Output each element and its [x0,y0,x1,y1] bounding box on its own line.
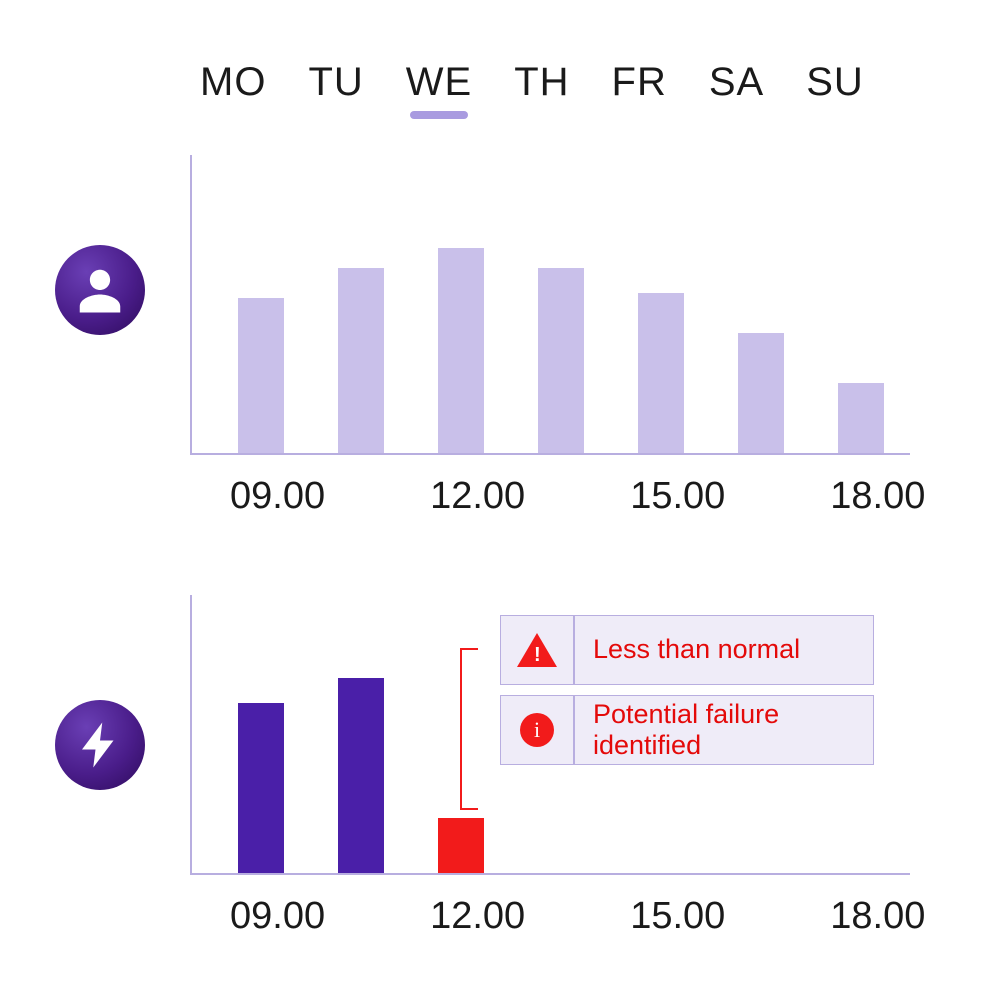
xlabel: 15.00 [630,895,725,938]
day-tab-su[interactable]: SU [806,60,864,105]
bar [338,268,384,453]
x-axis [190,453,910,455]
bar-failure [438,818,484,873]
bar [638,293,684,453]
bar [738,333,784,453]
bar [238,298,284,453]
xlabel: 12.00 [430,475,525,518]
power-xlabels: 09.00 12.00 15.00 18.00 [210,895,930,938]
x-axis [190,873,910,875]
bar [438,248,484,453]
day-tab-th[interactable]: TH [514,60,569,105]
alert-text: Less than normal [574,615,874,685]
alert-less-than-normal: ! Less than normal [500,615,874,685]
bar [238,703,284,873]
xlabel: 18.00 [830,895,925,938]
warning-triangle-icon: ! [500,615,574,685]
xlabel: 15.00 [630,475,725,518]
person-icon [55,245,145,335]
day-tab-tu[interactable]: TU [308,60,363,105]
info-circle-icon: i [500,695,574,765]
bar [338,678,384,873]
day-tab-sa[interactable]: SA [709,60,764,105]
alert-panel: ! Less than normal i Potential failure i… [500,615,874,765]
people-bars [190,248,910,453]
xlabel: 09.00 [230,475,325,518]
bar [838,383,884,453]
xlabel: 12.00 [430,895,525,938]
bolt-icon [55,700,145,790]
day-tabs: MO TU WE TH FR SA SU [200,60,864,105]
alert-text: Potential failure identified [574,695,874,765]
xlabel: 09.00 [230,895,325,938]
day-tab-mo[interactable]: MO [200,60,266,105]
people-chart [190,155,910,455]
alert-bracket [460,648,478,810]
day-tab-fr[interactable]: FR [612,60,667,105]
day-tab-we[interactable]: WE [406,60,472,105]
people-xlabels: 09.00 12.00 15.00 18.00 [210,475,930,518]
alert-potential-failure: i Potential failure identified [500,695,874,765]
xlabel: 18.00 [830,475,925,518]
bar [538,268,584,453]
